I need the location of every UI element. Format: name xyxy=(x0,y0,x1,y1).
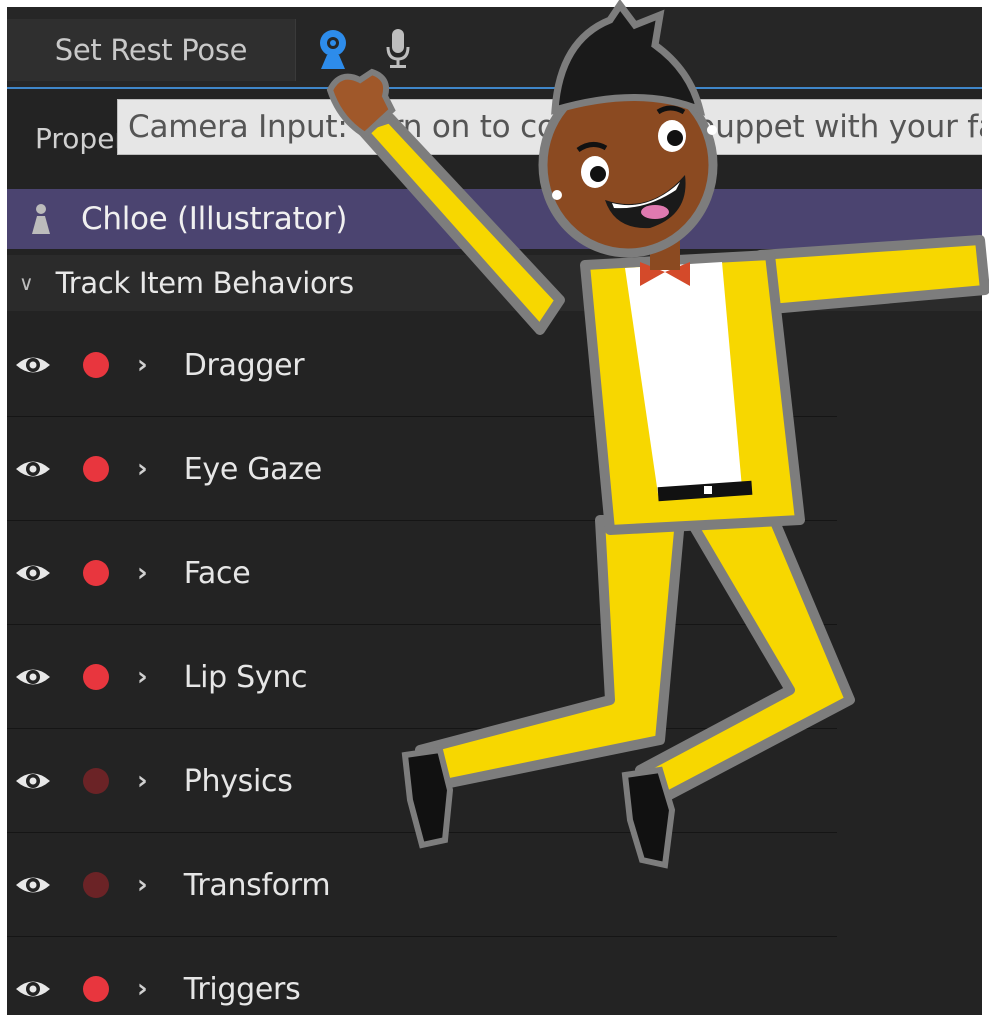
puppet-name: Chloe (Illustrator) xyxy=(81,201,348,237)
camera-input-tooltip: Camera Input: Turn on to control the pup… xyxy=(117,99,982,155)
eye-icon[interactable] xyxy=(13,454,53,484)
arm-indicator[interactable] xyxy=(83,560,109,586)
puppet-icon xyxy=(32,204,50,234)
eye-icon[interactable] xyxy=(13,766,53,796)
eye-icon[interactable] xyxy=(13,662,53,692)
properties-panel: Set Rest Pose Properties Chloe (Illustra… xyxy=(7,7,982,1015)
eye-icon[interactable] xyxy=(13,870,53,900)
eye-icon[interactable] xyxy=(13,350,53,380)
arm-indicator[interactable] xyxy=(83,768,109,794)
set-rest-pose-button[interactable]: Set Rest Pose xyxy=(7,19,296,81)
toolbar: Set Rest Pose xyxy=(7,7,982,89)
chevron-right-icon[interactable]: › xyxy=(137,870,148,900)
arm-indicator[interactable] xyxy=(83,872,109,898)
behavior-row[interactable]: › Dragger xyxy=(7,314,837,417)
arm-indicator[interactable] xyxy=(83,456,109,482)
behavior-row[interactable]: › Triggers xyxy=(7,938,837,1015)
behavior-label: Eye Gaze xyxy=(183,451,322,487)
arm-indicator[interactable] xyxy=(83,664,109,690)
chevron-right-icon[interactable]: › xyxy=(137,558,148,588)
behavior-label: Transform xyxy=(183,867,331,903)
chevron-down-icon: ∨ xyxy=(19,271,34,295)
chevron-right-icon[interactable]: › xyxy=(137,662,148,692)
chevron-right-icon[interactable]: › xyxy=(137,766,148,796)
chevron-right-icon[interactable]: › xyxy=(137,350,148,380)
chevron-right-icon[interactable]: › xyxy=(137,454,148,484)
screenshot-frame: Set Rest Pose Properties Chloe (Illustra… xyxy=(0,0,989,1022)
behavior-label: Triggers xyxy=(183,971,301,1007)
microphone-icon[interactable] xyxy=(383,25,413,73)
webcam-icon[interactable] xyxy=(313,25,353,73)
behavior-label: Lip Sync xyxy=(183,659,308,695)
puppet-row[interactable]: Chloe (Illustrator) xyxy=(7,189,982,249)
eye-icon[interactable] xyxy=(13,558,53,588)
behavior-row[interactable]: › Transform xyxy=(7,834,837,937)
behavior-label: Physics xyxy=(183,763,293,799)
section-title: Track Item Behaviors xyxy=(55,266,355,300)
arm-indicator[interactable] xyxy=(83,352,109,378)
behavior-row[interactable]: › Physics xyxy=(7,730,837,833)
eye-icon[interactable] xyxy=(13,974,53,1004)
behavior-label: Face xyxy=(183,555,251,591)
behavior-row[interactable]: › Face xyxy=(7,522,837,625)
arm-indicator[interactable] xyxy=(83,976,109,1002)
behavior-row[interactable]: › Eye Gaze xyxy=(7,418,837,521)
chevron-right-icon[interactable]: › xyxy=(137,974,148,1004)
behavior-label: Dragger xyxy=(183,347,305,383)
track-item-behaviors-header[interactable]: ∨ Track Item Behaviors xyxy=(7,255,982,311)
behavior-row[interactable]: › Lip Sync xyxy=(7,626,837,729)
